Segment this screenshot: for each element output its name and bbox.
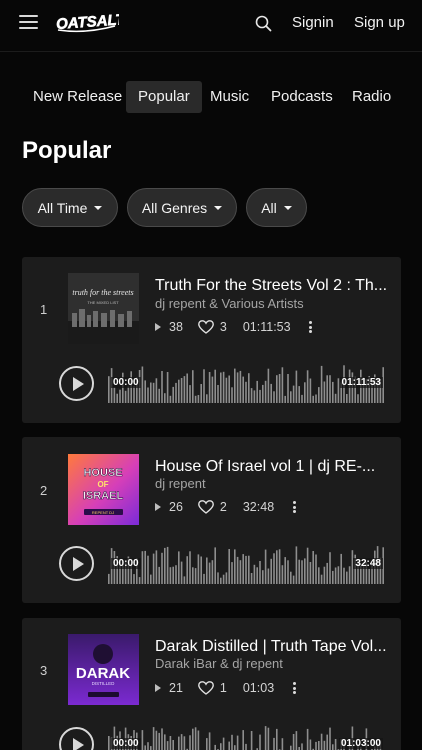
play-count: 26 [169,500,183,514]
play-button[interactable] [59,546,94,581]
svg-text:HOUSE: HOUSE [83,467,122,479]
like-count: 3 [219,320,227,334]
svg-text:THE MIXED LIST: THE MIXED LIST [87,300,119,305]
more-options-icon[interactable] [309,321,313,333]
filter-genre-dropdown[interactable]: All Genres [127,188,237,227]
time-total: 01:11:53 [339,377,383,388]
tab-radio[interactable]: Radio [352,81,391,113]
heart-icon[interactable] [198,681,214,695]
page-title: Popular [22,137,112,164]
search-icon[interactable] [254,14,274,34]
track-title[interactable]: Darak Distilled | Truth Tape Vol... [155,638,395,656]
signup-link[interactable]: Sign up [354,14,405,31]
tab-popular[interactable]: Popular [126,81,202,113]
track-meta: 38 3 01:11:53 [155,319,313,335]
menu-icon[interactable] [19,15,39,31]
track-card[interactable]: 3 DARAK DISTILLED Darak Distilled | Trut… [22,618,401,750]
play-count-icon [155,323,161,331]
caret-down-icon [283,206,292,210]
tab-new-release[interactable]: New Release [33,81,122,113]
play-count: 21 [169,681,183,695]
track-artist[interactable]: Darak iBar & dj repent [155,656,283,671]
play-button[interactable] [59,727,94,750]
svg-text:OATSALT: OATSALT [56,11,119,33]
track-title[interactable]: House Of Israel vol 1 | dj RE-... [155,458,395,476]
filter-type-label: All [261,199,277,216]
track-meta: 26 2 32:48 [155,499,296,515]
track-rank: 1 [40,302,48,317]
track-cover[interactable]: truth for the streets THE MIXED LIST [68,273,139,344]
time-total: 01:03:00 [338,738,383,749]
track-duration: 01:11:53 [242,320,291,334]
track-meta: 21 1 01:03 [155,680,296,696]
top-bar: OATSALT Signin Sign up [0,0,422,52]
more-options-icon[interactable] [292,501,296,513]
svg-text:truth for the streets: truth for the streets [72,288,133,297]
tab-podcasts[interactable]: Podcasts [271,81,333,113]
tab-music[interactable]: Music [210,81,249,113]
track-cover[interactable]: DARAK DISTILLED [68,634,139,705]
track-title[interactable]: Truth For the Streets Vol 2 : Th... [155,277,395,295]
track-rank: 3 [40,663,48,678]
track-rank: 2 [40,483,48,498]
like-count: 1 [219,681,227,695]
track-card[interactable]: 2 HOUSE OF ISRAEL REPENT DJ House Of Isr… [22,437,401,603]
time-total: 32:48 [353,558,383,569]
filter-type-dropdown[interactable]: All [246,188,307,227]
track-artist[interactable]: dj repent & Various Artists [155,296,304,311]
heart-icon[interactable] [198,320,214,334]
like-count: 2 [219,500,227,514]
play-button[interactable] [59,366,94,401]
track-duration: 01:03 [242,681,275,695]
more-options-icon[interactable] [292,682,296,694]
waveform-scrubber[interactable] [108,544,384,584]
time-elapsed: 00:00 [111,558,141,569]
svg-text:DARAK: DARAK [76,665,130,682]
filter-genre-label: All Genres [141,199,208,216]
track-cover[interactable]: HOUSE OF ISRAEL REPENT DJ [68,454,139,525]
caret-down-icon [214,206,223,210]
track-duration: 32:48 [242,500,275,514]
filter-time-label: All Time [37,199,88,216]
svg-text:ISRAEL: ISRAEL [83,490,124,502]
play-count-icon [155,503,161,511]
track-card[interactable]: 1 truth for the streets THE MIXED LIST T… [22,257,401,423]
track-artist[interactable]: dj repent [155,476,206,491]
heart-icon[interactable] [198,500,214,514]
play-count-icon [155,684,161,692]
time-elapsed: 00:00 [111,377,141,388]
oatsalt-logo[interactable]: OATSALT [55,6,119,36]
time-elapsed: 00:00 [111,738,141,749]
filter-time-dropdown[interactable]: All Time [22,188,118,227]
play-count: 38 [169,320,183,334]
svg-text:REPENT DJ: REPENT DJ [92,510,114,515]
svg-text:DISTILLED: DISTILLED [92,681,116,686]
signin-link[interactable]: Signin [292,14,334,31]
caret-down-icon [94,206,103,210]
svg-text:OF: OF [97,480,108,489]
